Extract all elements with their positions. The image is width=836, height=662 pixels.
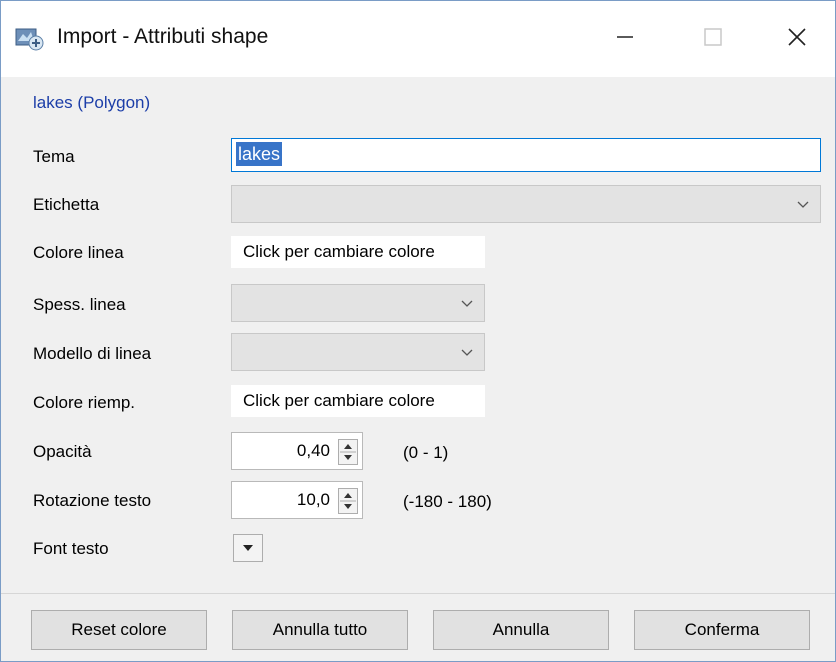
minimize-icon (617, 36, 633, 38)
triangle-down-icon (243, 545, 253, 551)
font-testo-button[interactable] (233, 534, 263, 562)
map-import-icon (15, 28, 44, 51)
modello-linea-dropdown[interactable] (231, 333, 485, 371)
rotazione-spin-buttons[interactable] (338, 488, 358, 514)
etichetta-label: Etichetta (33, 195, 100, 214)
tema-input[interactable]: lakes (231, 138, 821, 172)
tema-input-value: lakes (236, 142, 283, 166)
reset-colore-button[interactable]: Reset colore (31, 610, 207, 650)
conferma-button[interactable]: Conferma (634, 610, 810, 650)
annulla-tutto-button[interactable]: Annulla tutto (232, 610, 408, 650)
opacita-range: (0 - 1) (403, 443, 449, 462)
annulla-button[interactable]: Annulla (433, 610, 609, 650)
rotazione-range: (-180 - 180) (403, 492, 492, 511)
etichetta-dropdown[interactable] (231, 185, 821, 223)
opacita-stepper[interactable]: 0,40 (231, 432, 363, 470)
colore-linea-label: Colore linea (33, 243, 124, 262)
maximize-button[interactable] (683, 15, 743, 59)
minimize-button[interactable] (595, 15, 655, 59)
rotazione-stepper[interactable]: 10,0 (231, 481, 363, 519)
colore-linea-picker[interactable]: Click per cambiare colore (231, 236, 485, 268)
maximize-icon (704, 28, 722, 46)
modello-linea-label: Modello di linea (33, 344, 152, 363)
chevron-down-icon (797, 201, 809, 208)
colore-riemp-picker[interactable]: Click per cambiare colore (231, 385, 485, 417)
spess-linea-dropdown[interactable] (231, 284, 485, 322)
chevron-down-icon (461, 349, 473, 356)
rotazione-value: 10,0 (296, 490, 330, 509)
font-testo-label: Font testo (33, 539, 109, 558)
dialog-window: Import - Attributi shape lakes (Polygon)… (0, 0, 836, 662)
opacita-label: Opacità (33, 442, 92, 461)
spess-linea-label: Spess. linea (33, 295, 126, 314)
chevron-down-icon (461, 300, 473, 307)
window-title: Import - Attributi shape (57, 25, 269, 48)
rotazione-label: Rotazione testo (33, 491, 152, 510)
tema-label: Tema (33, 147, 75, 166)
spin-arrows-icon (340, 493, 356, 509)
opacita-value: 0,40 (296, 441, 330, 460)
spin-arrows-icon (340, 444, 356, 460)
close-button[interactable] (767, 15, 827, 59)
colore-riemp-label: Colore riemp. (33, 393, 136, 412)
close-icon (788, 28, 806, 46)
opacita-spin-buttons[interactable] (338, 439, 358, 465)
title-bar[interactable]: Import - Attributi shape (1, 1, 835, 77)
footer-divider (1, 593, 835, 594)
layer-name: lakes (Polygon) (33, 93, 151, 112)
